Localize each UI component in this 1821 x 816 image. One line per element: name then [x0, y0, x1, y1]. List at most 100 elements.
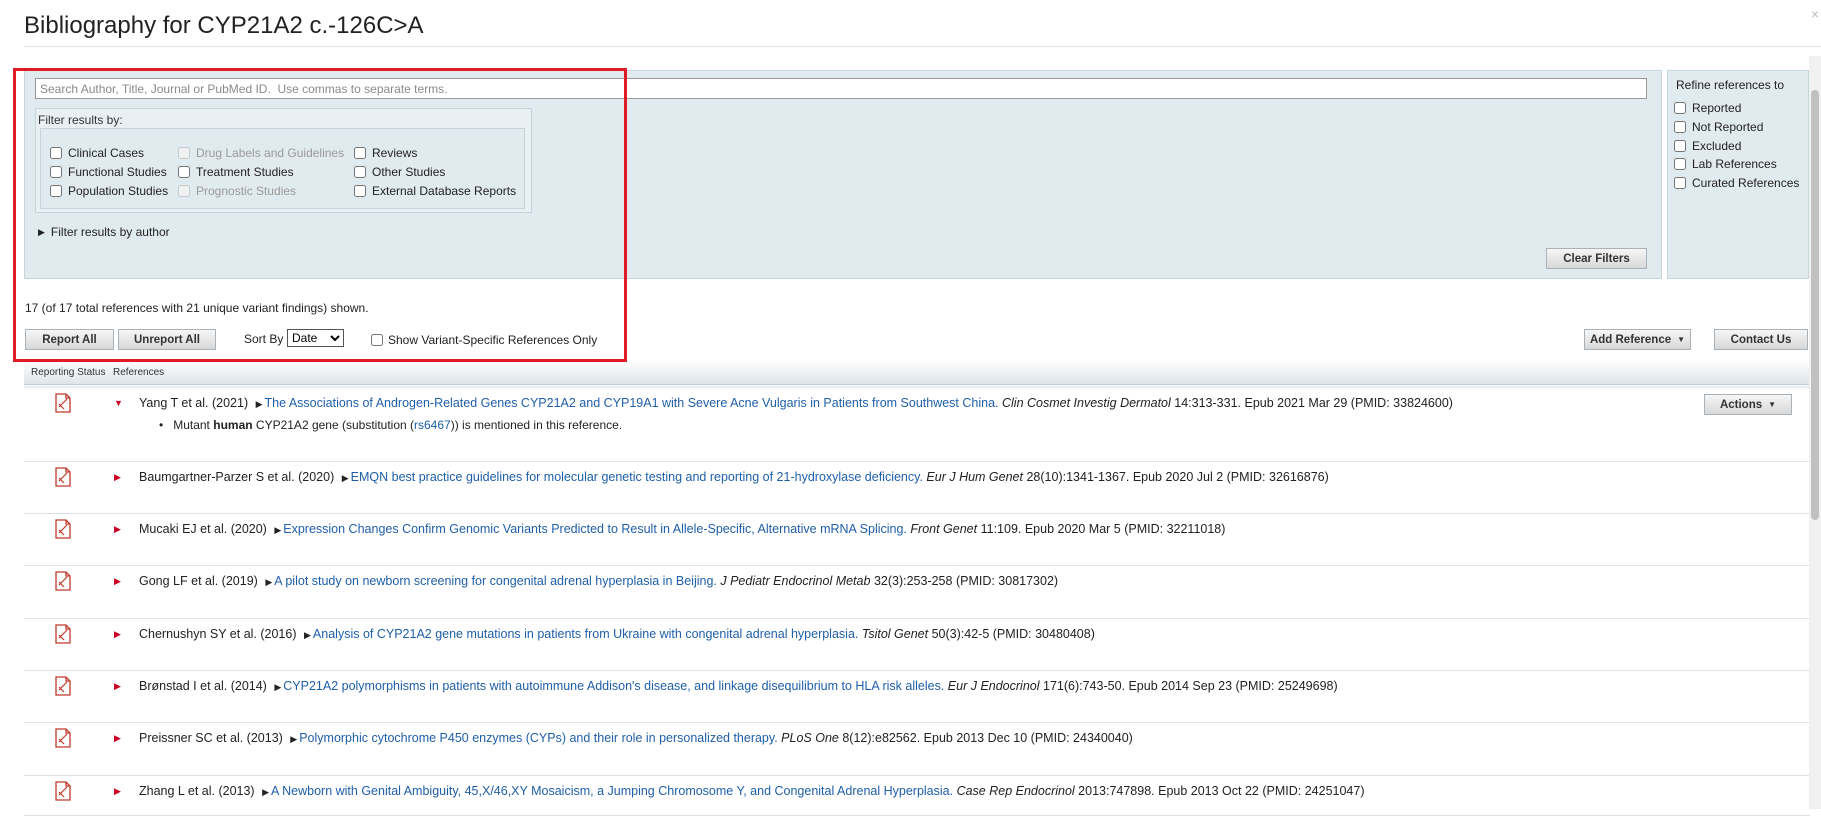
lab-references-checkbox[interactable]	[1674, 158, 1686, 170]
title-divider	[24, 46, 1821, 47]
filter-treatment-studies[interactable]: Treatment Studies	[178, 165, 294, 179]
treatment-studies-label: Treatment Studies	[196, 165, 294, 179]
expand-triangle-icon[interactable]: ▶	[114, 576, 121, 587]
triangle-right-icon[interactable]: ▶	[265, 577, 272, 587]
reference-details: 32(3):253-258 (PMID: 30817302)	[873, 574, 1059, 588]
population-studies-checkbox[interactable]	[50, 185, 62, 197]
triangle-right-icon[interactable]: ▶	[274, 682, 281, 692]
document-icon[interactable]	[55, 519, 71, 539]
excluded-checkbox[interactable]	[1674, 140, 1686, 152]
refine-lab-references[interactable]: Lab References	[1674, 157, 1777, 171]
reference-details: 14:313-331. Epub 2021 Mar 29 (PMID: 3382…	[1174, 396, 1453, 410]
contact-us-button[interactable]: Contact Us	[1714, 329, 1808, 350]
clinical-cases-checkbox[interactable]	[50, 147, 62, 159]
filter-by-author-label: Filter results by author	[50, 225, 170, 239]
finding-suffix: )) is mentioned in this reference.	[450, 418, 623, 432]
triangle-right-icon[interactable]: ▶	[256, 399, 263, 409]
refine-curated-references[interactable]: Curated References	[1674, 176, 1799, 190]
reference-title-link[interactable]: CYP21A2 polymorphisms in patients with a…	[283, 679, 944, 693]
sort-by-label: Sort By	[244, 332, 284, 346]
search-input[interactable]	[35, 78, 1647, 99]
functional-studies-checkbox[interactable]	[50, 166, 62, 178]
expand-triangle-icon[interactable]: ▶	[114, 786, 121, 797]
report-all-button[interactable]: Report All	[25, 329, 114, 350]
scrollbar-thumb[interactable]	[1811, 90, 1819, 520]
other-studies-checkbox[interactable]	[354, 166, 366, 178]
reference-title-link[interactable]: Analysis of CYP21A2 gene mutations in pa…	[313, 627, 858, 641]
filter-functional-studies[interactable]: Functional Studies	[50, 165, 167, 179]
unreport-all-button[interactable]: Unreport All	[118, 329, 216, 350]
reference-title-link[interactable]: A Newborn with Genital Ambiguity, 45,X/4…	[271, 784, 953, 798]
add-reference-label: Add Reference	[1589, 333, 1672, 346]
not-reported-checkbox[interactable]	[1674, 121, 1686, 133]
filter-clinical-cases[interactable]: Clinical Cases	[50, 146, 144, 160]
results-count: 17 (of 17 total references with 21 uniqu…	[25, 301, 369, 315]
document-icon[interactable]	[55, 467, 71, 487]
prognostic-studies-label: Prognostic Studies	[196, 184, 297, 198]
reference-title-link[interactable]: A pilot study on newborn screening for c…	[274, 574, 717, 588]
reference-journal: PLoS One	[781, 731, 839, 745]
filter-external-db-reports[interactable]: External Database Reports	[354, 184, 516, 198]
reference-entry: Yang T et al. (2021) ▶ The Associations o…	[139, 396, 1453, 410]
variant-specific-checkbox[interactable]	[371, 334, 383, 346]
reviews-label: Reviews	[372, 146, 418, 160]
expand-triangle-icon[interactable]: ▶	[114, 681, 121, 692]
reference-journal: Case Rep Endocrinol	[956, 784, 1075, 798]
reference-details: 50(3):42-5 (PMID: 30480408)	[931, 627, 1095, 641]
add-reference-button[interactable]: Add Reference ▼	[1584, 329, 1691, 350]
close-icon[interactable]: ×	[1811, 6, 1819, 22]
page-title: Bibliography for CYP21A2 c.-126C>A	[24, 12, 424, 39]
reference-title-link[interactable]: Expression Changes Confirm Genomic Varia…	[283, 522, 907, 536]
prognostic-studies-checkbox	[178, 185, 190, 197]
filter-population-studies[interactable]: Population Studies	[50, 184, 168, 198]
expand-triangle-icon[interactable]: ▶	[114, 733, 121, 744]
triangle-right-icon[interactable]: ▶	[304, 630, 311, 640]
triangle-right-icon[interactable]: ▶	[342, 473, 349, 483]
refine-reported[interactable]: Reported	[1674, 101, 1741, 115]
filter-by-author-toggle[interactable]: ▶ Filter results by author	[38, 225, 170, 239]
reference-entry: Zhang L et al. (2013) ▶ A Newborn with Ge…	[139, 784, 1365, 798]
filter-reviews[interactable]: Reviews	[354, 146, 417, 160]
reference-title-link[interactable]: Polymorphic cytochrome P450 enzymes (CYP…	[299, 731, 777, 745]
reviews-checkbox[interactable]	[354, 147, 366, 159]
collapse-triangle-icon[interactable]: ▼	[114, 398, 123, 408]
expand-triangle-icon[interactable]: ▶	[114, 629, 121, 640]
population-studies-label: Population Studies	[68, 184, 169, 198]
drug-labels-checkbox	[178, 147, 190, 159]
sort-by-select[interactable]: Date	[287, 329, 344, 347]
filter-other-studies[interactable]: Other Studies	[354, 165, 445, 179]
reference-journal: Eur J Endocrinol	[947, 679, 1040, 693]
reference-title-link[interactable]: The Associations of Androgen-Related Gen…	[265, 396, 999, 410]
reference-entry: Brønstad I et al. (2014) ▶ CYP21A2 polymo…	[139, 679, 1338, 693]
reference-journal: J Pediatr Endocrinol Metab	[720, 574, 871, 588]
document-icon[interactable]	[55, 728, 71, 748]
reference-title-link[interactable]: EMQN best practice guidelines for molecu…	[351, 470, 923, 484]
triangle-right-icon[interactable]: ▶	[274, 525, 281, 535]
rs-link[interactable]: rs6467	[414, 418, 451, 432]
actions-button[interactable]: Actions ▼	[1704, 394, 1792, 415]
clear-filters-button[interactable]: Clear Filters	[1546, 248, 1647, 269]
document-icon[interactable]	[55, 393, 71, 413]
external-db-reports-checkbox[interactable]	[354, 185, 366, 197]
refine-excluded[interactable]: Excluded	[1674, 139, 1741, 153]
expand-triangle-icon[interactable]: ▶	[114, 472, 121, 483]
variant-specific-label: Show Variant-Specific References Only	[388, 333, 598, 347]
document-icon[interactable]	[55, 571, 71, 591]
triangle-right-icon[interactable]: ▶	[290, 734, 297, 744]
variant-specific-toggle[interactable]: Show Variant-Specific References Only	[371, 333, 597, 347]
reference-authors: Gong LF et al. (2019)	[139, 574, 258, 588]
curated-references-checkbox[interactable]	[1674, 177, 1686, 189]
reference-entry: Chernushyn SY et al. (2016) ▶ Analysis of…	[139, 627, 1095, 641]
document-icon[interactable]	[55, 676, 71, 696]
refine-not-reported[interactable]: Not Reported	[1674, 120, 1763, 134]
reported-checkbox[interactable]	[1674, 102, 1686, 114]
reference-authors: Baumgartner-Parzer S et al. (2020)	[139, 470, 335, 484]
triangle-right-icon[interactable]: ▶	[262, 787, 269, 797]
document-icon[interactable]	[55, 624, 71, 644]
document-icon[interactable]	[55, 781, 71, 801]
expand-triangle-icon[interactable]: ▶	[114, 524, 121, 535]
triangle-right-icon: ▶	[38, 226, 45, 237]
treatment-studies-checkbox[interactable]	[178, 166, 190, 178]
reference-journal: Eur J Hum Genet	[926, 470, 1023, 484]
drug-labels-label: Drug Labels and Guidelines	[196, 146, 345, 160]
